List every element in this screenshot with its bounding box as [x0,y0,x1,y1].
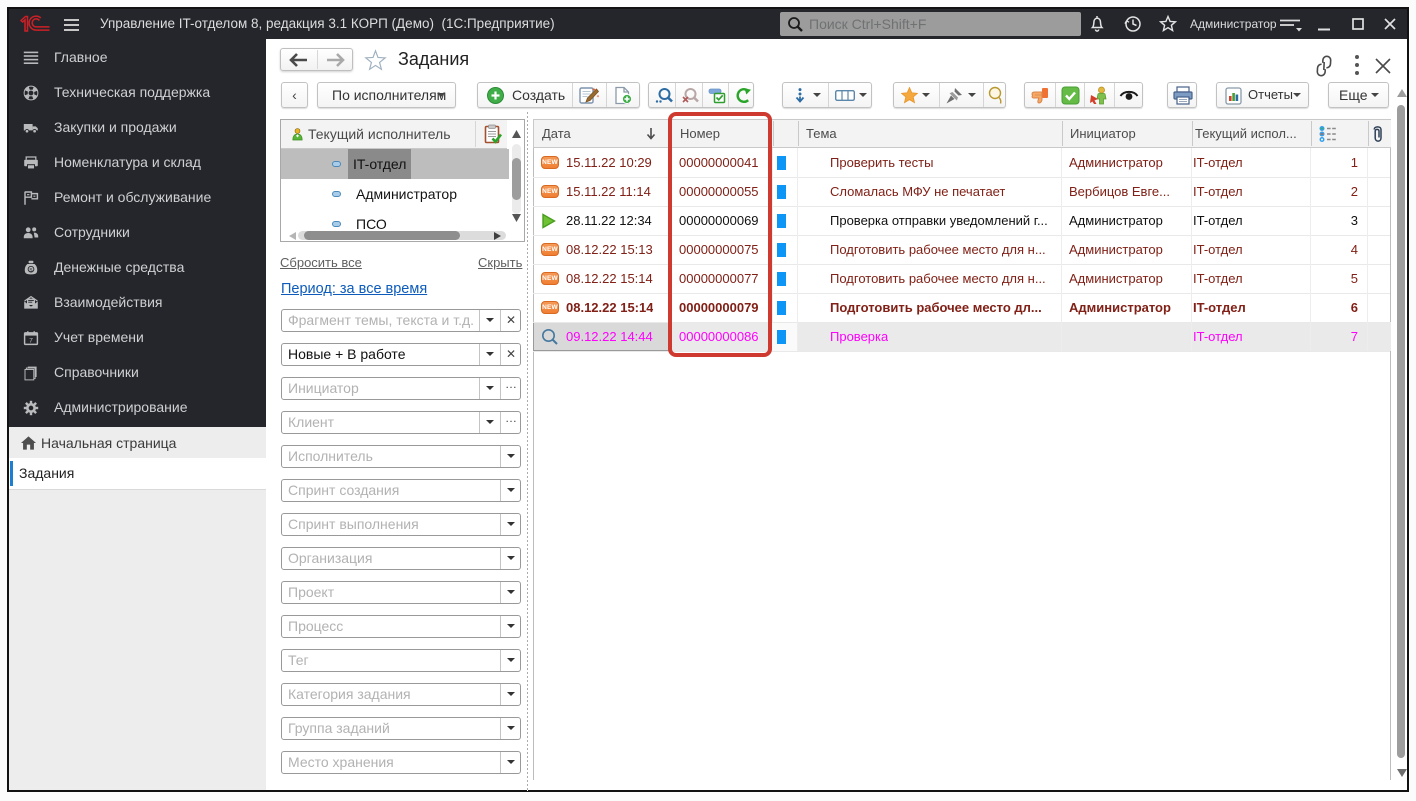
svg-text:s: s [29,267,32,274]
svg-text:7: 7 [29,337,33,344]
